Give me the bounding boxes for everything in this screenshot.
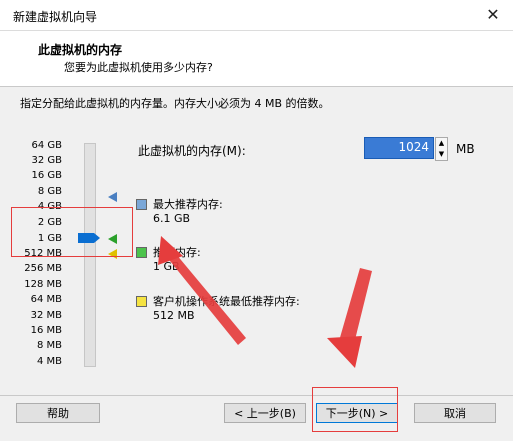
slider-tick: 8 MB bbox=[36, 340, 62, 351]
help-button[interactable]: 帮助 bbox=[16, 403, 100, 423]
memory-unit: MB bbox=[456, 142, 475, 156]
max-recommended-legend-icon bbox=[136, 199, 147, 210]
slider-tick: 8 GB bbox=[37, 186, 62, 197]
stepper-down-icon[interactable]: ▼ bbox=[436, 149, 447, 160]
window-title: 新建虚拟机向导 bbox=[13, 10, 98, 24]
slider-tick: 64 MB bbox=[30, 294, 62, 305]
recommended-legend-icon bbox=[136, 247, 147, 258]
max-recommended-label: 最大推荐内存: bbox=[153, 198, 223, 211]
slider-tick: 16 GB bbox=[31, 170, 62, 181]
guest-min-legend-icon bbox=[136, 296, 147, 307]
slider-tick: 64 GB bbox=[31, 140, 62, 151]
memory-label: 此虚拟机的内存(M): bbox=[138, 144, 246, 158]
recommended-label: 推荐内存: bbox=[153, 246, 201, 259]
recommended-value: 1 GB bbox=[153, 260, 180, 273]
max-recommended-marker-icon bbox=[108, 192, 117, 202]
slider-tick: 4 MB bbox=[36, 356, 62, 367]
cancel-button[interactable]: 取消 bbox=[414, 403, 496, 423]
memory-description: 指定分配给此虚拟机的内存量。内存大小必须为 4 MB 的倍数。 bbox=[20, 97, 330, 110]
max-recommended-value: 6.1 GB bbox=[153, 212, 191, 225]
slider-tick: 256 MB bbox=[24, 263, 62, 274]
slider-tick: 16 MB bbox=[30, 325, 62, 336]
memory-input[interactable] bbox=[365, 138, 431, 156]
guest-min-label: 客户机操作系统最低推荐内存: bbox=[153, 295, 300, 308]
memory-spinbox[interactable] bbox=[364, 137, 434, 159]
wizard-header: 此虚拟机的内存 您要为此虚拟机使用多少内存? bbox=[0, 31, 513, 87]
slider-tick: 32 MB bbox=[30, 310, 62, 321]
guest-min-value: 512 MB bbox=[153, 309, 195, 322]
memory-stepper[interactable]: ▲ ▼ bbox=[435, 137, 448, 161]
slider-tick: 32 GB bbox=[31, 155, 62, 166]
page-subtitle: 您要为此虚拟机使用多少内存? bbox=[64, 61, 213, 74]
annotation-box-slider bbox=[11, 207, 133, 257]
page-title: 此虚拟机的内存 bbox=[38, 43, 123, 57]
slider-tick: 128 MB bbox=[24, 279, 62, 290]
back-button[interactable]: < 上一步(B) bbox=[224, 403, 306, 423]
annotation-box-next bbox=[312, 387, 398, 432]
title-bar: 新建虚拟机向导 ✕ bbox=[0, 0, 513, 31]
close-icon[interactable]: ✕ bbox=[473, 0, 513, 30]
stepper-up-icon[interactable]: ▲ bbox=[436, 138, 447, 149]
